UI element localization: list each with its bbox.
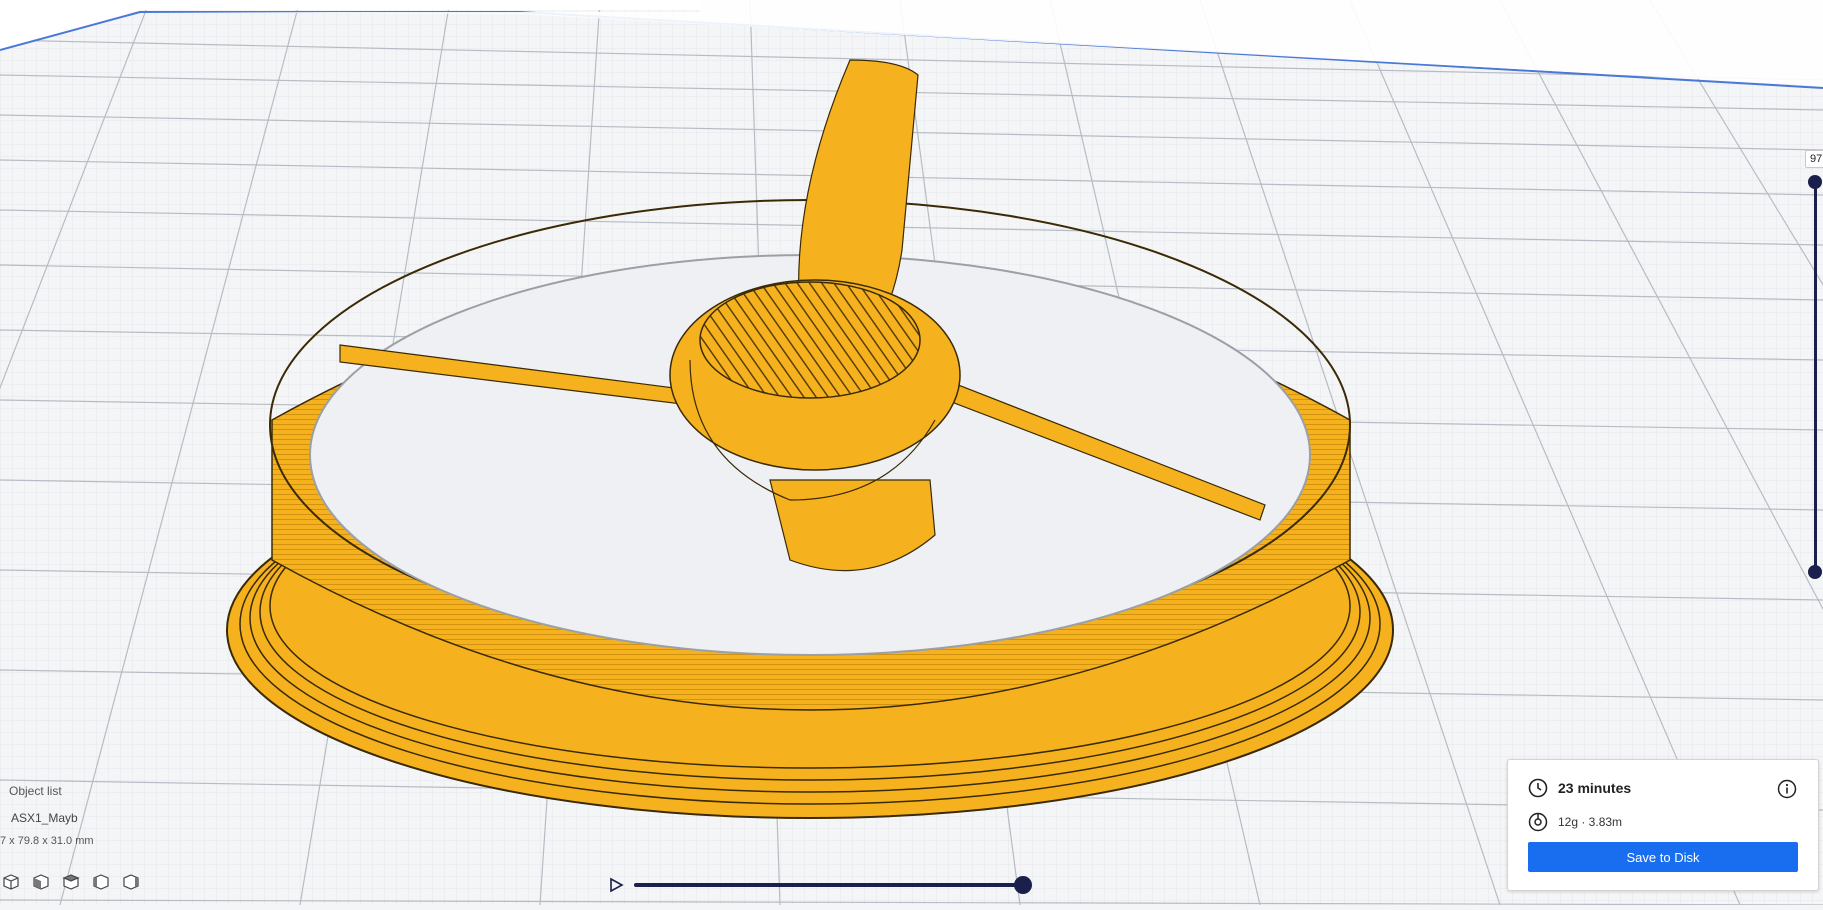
info-icon[interactable] xyxy=(1776,778,1798,800)
spool-icon xyxy=(1528,812,1548,832)
material-usage-row: 12g · 3.83m xyxy=(1528,812,1622,832)
simulation-bar xyxy=(604,873,1034,897)
front-view-icon[interactable] xyxy=(30,871,52,893)
print-summary-panel: 23 minutes 12g · 3.83m Save to Disk xyxy=(1507,759,1819,891)
3d-view-icon[interactable] xyxy=(0,871,22,893)
simulation-slider-handle[interactable] xyxy=(1014,876,1032,894)
3d-viewport[interactable]: 97 Object list ASX1_Mayb 7 x 79.8 x 31.0… xyxy=(0,0,1823,906)
object-list-toggle[interactable]: Object list xyxy=(9,784,62,798)
right-view-icon[interactable] xyxy=(120,871,142,893)
layer-number-label: 97 xyxy=(1805,150,1823,168)
layer-slider-bottom-handle[interactable] xyxy=(1808,565,1822,579)
print-time-row: 23 minutes xyxy=(1528,778,1631,798)
layer-slider-track[interactable] xyxy=(1814,180,1817,572)
camera-view-buttons xyxy=(0,871,142,893)
top-view-icon[interactable] xyxy=(60,871,82,893)
layer-slider-top-handle[interactable] xyxy=(1808,175,1822,189)
play-icon[interactable] xyxy=(604,873,628,897)
simulation-slider-track[interactable] xyxy=(634,883,1022,887)
left-view-icon[interactable] xyxy=(90,871,112,893)
clock-icon xyxy=(1528,778,1548,798)
save-to-disk-button[interactable]: Save to Disk xyxy=(1528,842,1798,872)
material-usage: 12g · 3.83m xyxy=(1558,815,1623,829)
object-dimensions: 7 x 79.8 x 31.0 mm xyxy=(0,835,94,847)
object-name[interactable]: ASX1_Mayb xyxy=(11,811,78,825)
print-time: 23 minutes xyxy=(1558,780,1632,796)
